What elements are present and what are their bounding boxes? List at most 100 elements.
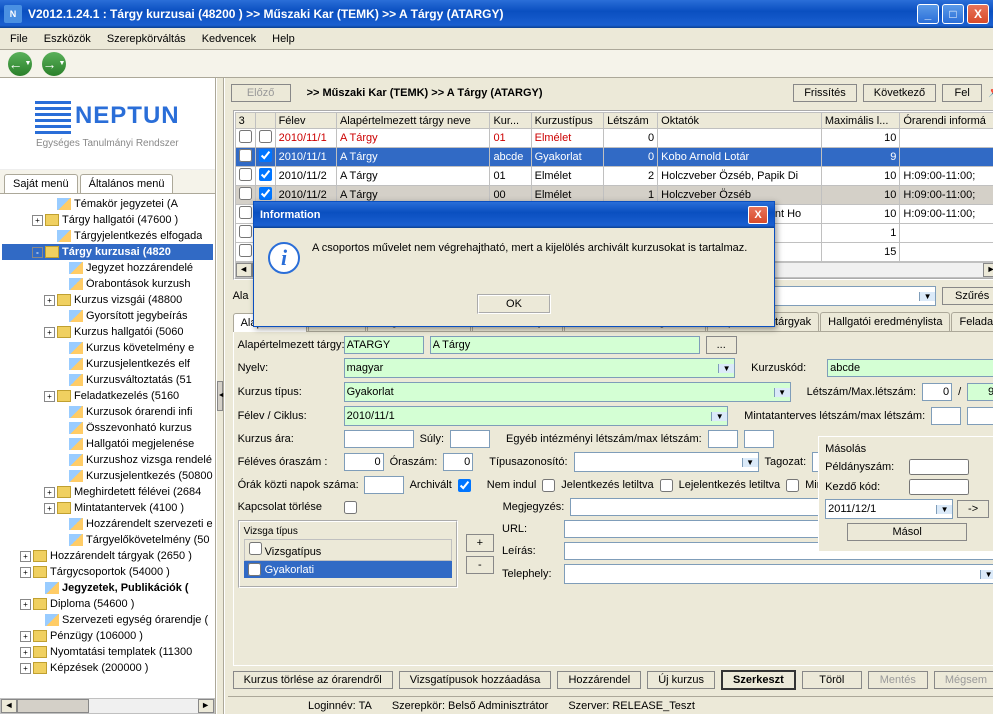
maximize-button[interactable]: □ [942,4,964,24]
tree-item[interactable]: Órabontások kurzush [2,276,213,292]
menu-tools[interactable]: Eszközök [36,31,99,47]
course-code-input[interactable] [827,359,993,377]
dialog-ok-button[interactable]: OK [477,294,551,314]
delete-from-schedule-button[interactable]: Kurzus törlése az órarendről [233,671,393,689]
save-button[interactable]: Mentés [868,671,928,689]
refresh-button[interactable]: Frissítés [793,84,857,102]
start-code-input[interactable] [909,479,969,495]
tree-item[interactable]: Kurzushoz vizsga rendelé [2,452,213,468]
other-hc-2-input[interactable] [744,430,774,448]
tree-item[interactable]: Hozzárendelt szervezeti e [2,516,213,532]
default-subject-name-input[interactable] [430,336,700,354]
tree-item[interactable]: +Meghirdetett félévei (2684 [2,484,213,500]
tree-item[interactable]: Jegyzetek, Publikációk ( [2,580,213,596]
tree-item[interactable]: +Nyomtatási templatek (11300 [2,644,213,660]
signoff-disabled-checkbox[interactable] [786,479,799,492]
close-button[interactable]: X [967,4,989,24]
archived-checkbox[interactable] [458,479,471,492]
resize-handle[interactable]: ◄ [216,78,224,714]
tab-own-menu[interactable]: Saját menü [4,174,78,193]
nav-back-button[interactable]: ←▼ [8,52,32,76]
type-id-combo[interactable]: ▼ [574,452,759,472]
site-combo[interactable]: ▼ [564,564,993,584]
tree-item[interactable]: +Feladatkezelés (5160 [2,388,213,404]
scroll-right-icon[interactable]: ► [198,699,214,713]
max-headcount-input[interactable] [967,383,993,401]
table-row[interactable]: 2010/11/2A Tárgy01Elmélet2Holczveber Özs… [235,167,993,186]
tree-item[interactable]: Jegyzet hozzárendelé [2,260,213,276]
remove-exam-button[interactable]: - [466,556,494,574]
cancel-button[interactable]: Mégsem [934,671,993,689]
tree-item[interactable]: Kurzus követelmény e [2,340,213,356]
filter-button[interactable]: Szűrés [942,287,993,305]
tree-item[interactable]: Kurzusjelentkezés (50800 [2,468,213,484]
signup-disabled-checkbox[interactable] [660,479,673,492]
tree-item[interactable]: Összevonható kurzus [2,420,213,436]
tree-item[interactable]: +Mintatantervek (4100 ) [2,500,213,516]
add-exam-types-button[interactable]: Vizsgatípusok hozzáadása [399,671,552,689]
tree-item[interactable]: Tárgyjelentkezés elfogada [2,228,213,244]
minimize-button[interactable]: _ [917,4,939,24]
next-button[interactable]: Következő [863,84,936,102]
edit-button[interactable]: Szerkeszt [721,670,796,690]
tree-item[interactable]: Szervezeti egység órarendje ( [2,612,213,628]
tree-item[interactable]: +Diploma (54600 ) [2,596,213,612]
curr-headcount-1-input[interactable] [931,407,961,425]
tree-item[interactable]: +Tárgy hallgatói (47600 ) [2,212,213,228]
tree-item[interactable]: Kurzusok órarendi infi [2,404,213,420]
tree-item[interactable]: Hallgatói megjelenése [2,436,213,452]
detail-tab[interactable]: Felada [951,312,993,331]
table-row[interactable]: 2010/11/1A TárgyabcdeGyakorlat0Kobo Arno… [235,148,993,167]
tree-item[interactable]: +Kurzus hallgatói (5060 [2,324,213,340]
scroll-left-icon[interactable]: ◄ [1,699,17,713]
tree-item[interactable]: Gyorsított jegybeírás [2,308,213,324]
tree-item[interactable]: Témakör jegyzetei (A [2,196,213,212]
course-price-input[interactable] [344,430,414,448]
course-type-combo[interactable]: Gyakorlat▼ [344,382,791,402]
sidebar-scrollbar[interactable]: ◄ ► [0,698,215,714]
nav-tree[interactable]: Témakör jegyzetei (A+Tárgy hallgatói (47… [0,194,215,698]
language-combo[interactable]: magyar▼ [344,358,736,378]
menu-favorites[interactable]: Kedvencek [194,31,264,47]
menu-file[interactable]: File [2,31,36,47]
assign-button[interactable]: Hozzárendel [557,671,641,689]
curr-headcount-2-input[interactable] [967,407,993,425]
scroll-left-icon[interactable]: ◄ [236,263,252,277]
tree-item[interactable]: +Képzések (200000 ) [2,660,213,676]
up-button[interactable]: Fel [942,84,982,102]
dialog-close-button[interactable]: X [748,206,768,224]
copy-date-combo[interactable]: 2011/12/1▼ [825,499,953,519]
exam-type-item[interactable]: Gyakorlati [244,561,452,578]
days-between-input[interactable] [364,476,404,494]
menu-role[interactable]: Szerepkörváltás [99,31,194,47]
sem-hours-input[interactable] [344,453,384,471]
tree-item[interactable]: +Kurzus vizsgái (48800 [2,292,213,308]
prev-button[interactable]: Előző [231,84,291,102]
headcount-input[interactable] [922,383,952,401]
copy-arrow-button[interactable]: -> [957,500,989,518]
nav-forward-button[interactable]: →▼ [42,52,66,76]
table-row[interactable]: 2010/11/1A Tárgy01Elmélet010 [235,129,993,148]
lookup-button[interactable]: ... [706,336,737,354]
not-starting-checkbox[interactable] [542,479,555,492]
delete-link-checkbox[interactable] [344,501,357,514]
tree-item[interactable]: -Tárgy kurzusai (4820 [2,244,213,260]
scroll-right-icon[interactable]: ► [983,263,993,277]
semester-combo[interactable]: 2010/11/1▼ [344,406,729,426]
other-hc-1-input[interactable] [708,430,738,448]
pin-icon[interactable]: 📌 [988,85,993,101]
delete-button[interactable]: Töröl [802,671,862,689]
hours-input[interactable] [443,453,473,471]
add-exam-button[interactable]: + [466,534,494,552]
exam-header-checkbox[interactable] [249,542,262,555]
menu-help[interactable]: Help [264,31,303,47]
tree-item[interactable]: +Tárgycsoportok (54000 ) [2,564,213,580]
copy-button[interactable]: Másol [847,523,967,541]
tree-item[interactable]: +Hozzárendelt tárgyak (2650 ) [2,548,213,564]
exam-item-checkbox[interactable] [248,563,261,576]
tree-item[interactable]: Kurzusváltoztatás (51 [2,372,213,388]
copies-input[interactable] [909,459,969,475]
new-course-button[interactable]: Új kurzus [647,671,715,689]
tab-general-menu[interactable]: Általános menü [80,174,174,193]
default-subject-code-input[interactable] [344,336,424,354]
